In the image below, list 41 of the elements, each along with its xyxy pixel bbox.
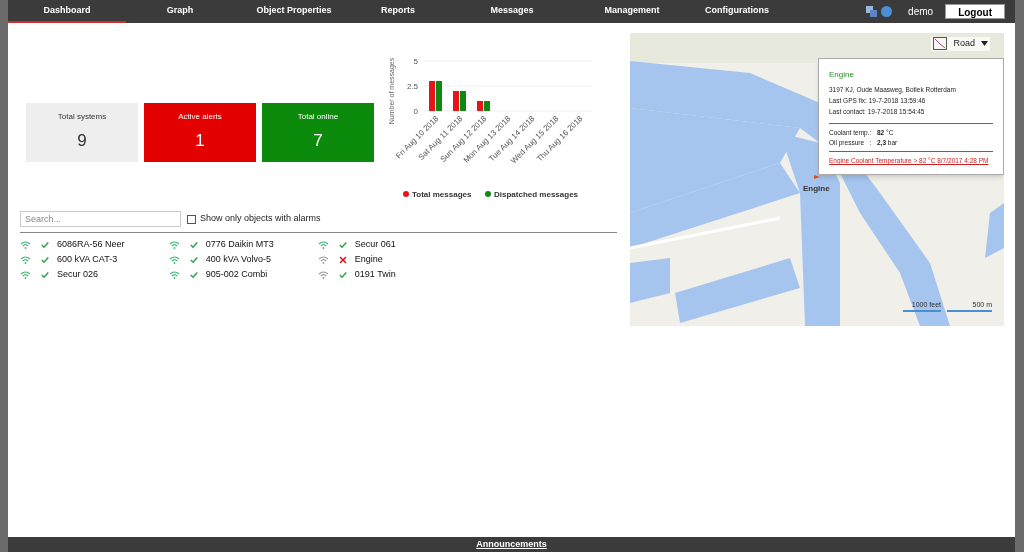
tile-label: Active alerts <box>178 111 222 123</box>
info-icon[interactable] <box>881 6 893 17</box>
legend-dot <box>403 191 409 197</box>
tick-label: 0 <box>413 107 418 116</box>
object-name[interactable]: 400 kVA Volvo-5 <box>205 252 272 267</box>
nav-tab[interactable]: Messages <box>442 0 582 23</box>
popup-title: Engine <box>829 69 855 81</box>
object-name[interactable]: 905-002 Combi <box>205 267 268 282</box>
object-name[interactable]: 0191 Twin <box>354 267 396 282</box>
tile-value: 1 <box>195 130 205 152</box>
checkbox[interactable] <box>187 214 196 224</box>
tile-label: Total online <box>297 111 339 123</box>
user-name: demo <box>908 5 934 19</box>
checkbox-label: Show only objects with alarms <box>200 212 321 226</box>
nav-tab[interactable]: Graph <box>126 0 234 23</box>
nav-tab[interactable]: Object Properties <box>234 0 354 23</box>
object-name[interactable]: 6086RA-56 Neer <box>57 237 125 252</box>
tick-label: 2.5 <box>406 82 418 91</box>
object-name[interactable]: Engine <box>354 252 383 267</box>
marker-label: Engine <box>803 183 830 195</box>
legend-dot <box>485 191 491 197</box>
tile-value: 7 <box>313 130 323 152</box>
announcements-link[interactable]: Announcements <box>476 537 547 552</box>
tile-label: Total systems <box>57 111 107 123</box>
nav-tab[interactable]: Reports <box>354 0 442 23</box>
object-name[interactable]: 0776 Daikin MT3 <box>205 237 274 252</box>
search-field[interactable]: Search... <box>20 211 181 227</box>
tick-label: 5 <box>413 57 418 66</box>
translate-icon[interactable] <box>866 6 878 17</box>
tile-value: 9 <box>77 130 87 152</box>
legend-label[interactable]: Dispatched messages <box>494 190 579 199</box>
map-type-icon[interactable] <box>933 37 948 51</box>
object-name[interactable]: Secur 026 <box>57 267 99 282</box>
logout-button[interactable]: Logout <box>945 4 1005 19</box>
nav-tab[interactable]: Dashboard <box>8 0 126 23</box>
object-name[interactable]: 600 kVA CAT-3 <box>57 252 118 267</box>
dropdown-caret-icon[interactable] <box>981 41 988 47</box>
nav-tab[interactable]: Management <box>582 0 682 23</box>
legend-label[interactable]: Total messages <box>412 190 472 199</box>
nav-tab[interactable]: Configurations <box>682 0 792 23</box>
object-name[interactable]: Secur 061 <box>354 237 396 252</box>
